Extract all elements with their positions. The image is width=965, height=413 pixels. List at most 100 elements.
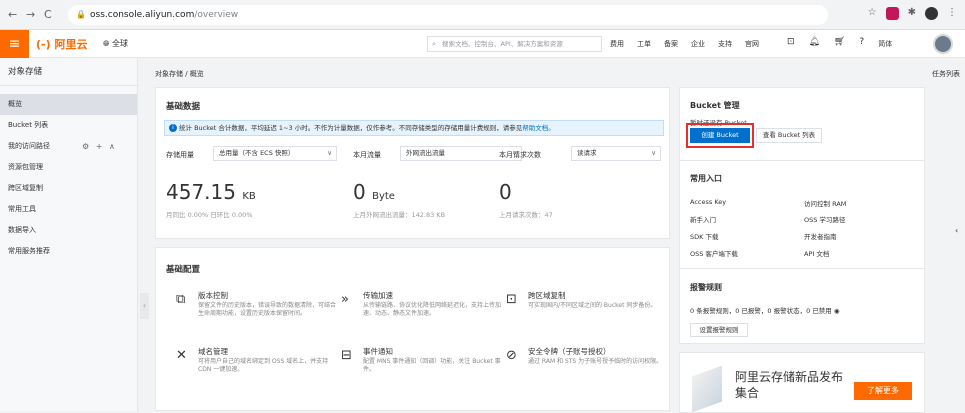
domain-icon: ✕ [176,348,187,363]
access-path-actions[interactable]: ⚙ + ∧ [82,136,117,157]
stat-number: 0 [353,180,366,204]
link-ram[interactable]: 访问控制 RAM [804,198,846,208]
cart-icon[interactable]: 🛒︎ [834,37,845,49]
browser-toolbar: ← → C 🔒 oss.console.aliyun.com/overview … [0,0,965,30]
select-value: 外网流出流量 [406,149,445,157]
sidebar-item-bucket-list[interactable]: Bucket 列表 [0,115,137,136]
stat-unit: Byte [372,191,395,202]
feature-title: 域名管理 [198,347,228,356]
cross-region-icon: ⊡ [506,292,517,307]
feature-version-control[interactable]: ⧉ 版本控制 保留文件的历史版本，错误导致的数据清除，可结合生命周期功能，设置历史版… [176,290,341,330]
sidebar-item-access-path[interactable]: 我的访问路径 ⚙ + ∧ [0,136,137,157]
basic-config-title: 基础配置 [166,265,201,275]
feature-cross-region[interactable]: ⊡ 跨区域复制 可实现国内/不同区域之间的 Bucket 同步备份。 [506,290,671,330]
help-doc-link[interactable]: 帮助文档。 [522,124,555,132]
learn-more-button[interactable]: 了解更多 [854,382,912,400]
version-control-icon: ⧉ [176,292,186,307]
promo-banner[interactable]: 阿里云存储新品发布集合 了解更多 [679,352,925,413]
back-icon[interactable]: ← [8,8,17,21]
help-circle-icon[interactable]: ◉ [834,307,840,315]
search-placeholder: 搜索文档、控制台、API、解决方案和资源 [442,40,563,48]
url-domain: oss.console.aliyun.com [90,10,195,20]
topnav-support[interactable]: 支持 [718,39,732,49]
sidebar-item-recommend[interactable]: 常用服务推荐 [0,241,137,262]
sidebar: 对象存储 概览 Bucket 列表 我的访问路径 ⚙ + ∧ 资源包管理 跨区域复… [0,58,138,411]
feature-title: 安全令牌（子账号授权） [528,347,611,356]
breadcrumb: 对象存储 / 概览 [155,70,204,78]
main-content: 对象存储 / 概览 任务列表 基础数据 i 统计 Bucket 合计数据，平均延… [150,58,965,413]
feature-title: 事件通知 [363,347,393,356]
bucket-mgmt-title: Bucket 管理 [690,101,740,110]
sidebar-item-tools[interactable]: 常用工具 [0,199,137,220]
hamburger-icon[interactable]: ≡ [0,30,29,58]
profile-icon[interactable] [925,7,938,20]
kebab-icon[interactable]: ⋮ [947,7,957,20]
link-learning-path[interactable]: OSS 学习路径 [804,214,845,224]
sidebar-item-resource-pack[interactable]: 资源包管理 [0,157,137,178]
security-token-icon: ⊘ [506,348,517,363]
topnav-ticket[interactable]: 工单 [637,39,651,49]
language-switch[interactable]: 简体 [878,37,892,49]
stat-number: 457.15 [166,180,236,204]
link-client-download[interactable]: OSS 客户端下载 [690,248,738,258]
stat-value: 0 Byte [353,180,395,204]
address-bar[interactable]: 🔒 oss.console.aliyun.com/overview [68,5,828,25]
console-topbar: ≡ (-) 阿里云 🌐︎ 全球 ⌕ 搜索文档、控制台、API、解决方案和资源 费… [0,30,965,58]
sidebar-item-cross-region[interactable]: 跨区域复制 [0,178,137,199]
sidebar-item-label: 我的访问路径 [8,142,50,150]
link-dev-guide[interactable]: 开发者指南 [804,231,837,241]
alarm-summary-text: 0 条报警规则，0 已报警，0 报警状态，0 已禁用 [690,307,832,315]
stat-value: 457.15 KB [166,180,256,204]
sidebar-collapse-handle[interactable]: ‹ [140,293,149,319]
extension-icon[interactable] [885,7,899,20]
chevron-down-icon: ∨ [327,149,332,157]
feature-security-token[interactable]: ⊘ 安全令牌（子账号授权） 通过 RAM 和 STS 为子账号授予临时的访问权限。 [506,346,671,386]
bell-icon[interactable]: 🔔︎ [809,37,820,49]
topnav-official[interactable]: 官网 [745,39,759,49]
avatar[interactable] [933,34,953,54]
link-api-doc[interactable]: API 文档 [804,248,829,258]
feature-title: 跨区域复制 [528,291,566,300]
storage-select[interactable]: 总用量（不含 ECS 快照） ∨ [213,146,337,161]
task-list-link[interactable]: 任务列表 [932,69,960,79]
sidebar-title: 对象存储 [0,58,137,86]
basic-data-card: 基础数据 i 统计 Bucket 合计数据，平均延迟 1~3 小时。不作为计量数… [155,87,670,239]
feature-domain[interactable]: ✕ 域名管理可将用户自己的域名绑定到 OSS 域名上，并支持 CDN 一键加速。 [176,346,341,386]
feature-title: 版本控制 [198,291,228,300]
search-input[interactable]: ⌕ 搜索文档、控制台、API、解决方案和资源 [427,36,602,52]
topnav-icp[interactable]: 备案 [664,39,678,49]
feature-desc: 通过 RAM 和 STS 为子账号授予临时的访问权限。 [528,358,663,365]
topnav-enterprise[interactable]: 企业 [691,39,705,49]
promo-text: 阿里云存储新品发布集合 [735,370,844,400]
link-sdk-download[interactable]: SDK 下载 [690,231,718,241]
sidebar-item-overview[interactable]: 概览 [0,94,137,115]
aliyun-logo[interactable]: (-) 阿里云 [36,36,87,52]
set-alarm-button[interactable]: 设置报警规则 [690,323,748,337]
star-icon[interactable]: ☆ [868,7,877,20]
stat-sub: 月同比 0.00% 日环比 0.00% [166,211,253,219]
forward-icon[interactable]: → [26,8,35,21]
help-icon[interactable]: ? [859,37,864,49]
alarm-title: 报警规则 [690,283,722,292]
view-bucket-list-button[interactable]: 查看 Bucket 列表 [756,128,822,143]
promo-graphic [692,365,722,412]
reload-icon[interactable]: C [44,8,52,21]
link-access-key[interactable]: Access Key [690,198,726,206]
region-selector[interactable]: 🌐︎ 全球 [103,38,128,49]
sidebar-item-data-import[interactable]: 数据导入 [0,220,137,241]
globe-icon: 🌐︎ [103,39,110,48]
requests-select[interactable]: 读请求 ∨ [571,146,661,161]
terminal-icon[interactable]: ⊡ [787,37,795,49]
feature-desc: 可将用户自己的域名绑定到 OSS 域名上，并支持 CDN 一键加速。 [198,358,329,373]
link-getting-started[interactable]: 新手入门 [690,214,716,224]
feature-event-notify[interactable]: ⊟ 事件通知 配置 MNS 事件通知（回调）功能，关注 Bucket 事件。 [341,346,506,386]
feature-desc: 从传输链路、协议优化降低网络延迟化，支持上传加速、动态、静态文件加速。 [363,302,502,317]
create-bucket-button[interactable]: 创建 Bucket [690,128,750,143]
feature-transfer-accel[interactable]: » 传输加速 从传输链路、协议优化降低网络延迟化，支持上传加速、动态、静态文件加速。 [341,290,506,330]
stat-storage: 存储用量 总用量（不含 ECS 快照） ∨ 457.15 KB 月同比 0.00%… [166,144,342,226]
puzzle-icon[interactable]: ✱ [908,7,916,20]
basic-data-title: 基础数据 [166,102,201,112]
topnav-fees[interactable]: 费用 [610,39,624,49]
stat-label: 本月请求次数 [499,151,541,159]
info-icon: i [169,124,177,132]
